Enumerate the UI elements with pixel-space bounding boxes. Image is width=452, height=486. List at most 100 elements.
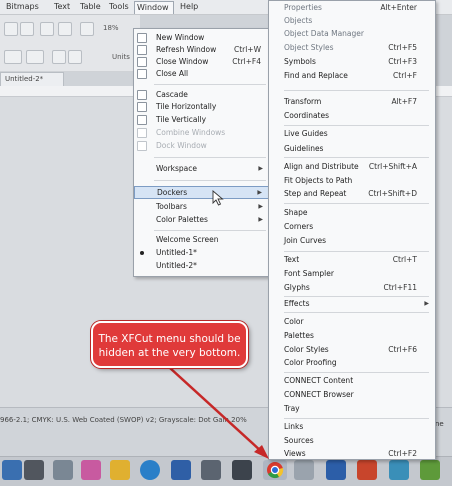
menu-item-untitled-2[interactable]: Untitled-2* <box>134 260 269 272</box>
docker-item-text[interactable]: Text Ctrl+T <box>269 254 435 266</box>
terminal-icon[interactable] <box>232 460 252 480</box>
docker-item-step-and-repeat[interactable]: Step and Repeat Ctrl+Shift+D <box>269 188 435 200</box>
store-icon[interactable] <box>171 460 191 480</box>
docker-item-label: Color Styles <box>284 345 329 354</box>
docker-item-effects[interactable]: Effects ▶ <box>269 298 435 310</box>
docker-item-connect-browser[interactable]: CONNECT Browser <box>269 389 435 401</box>
file-explorer-icon[interactable] <box>110 460 130 480</box>
docker-item-label: Align and Distribute <box>284 162 359 171</box>
docker-item-sources[interactable]: Sources <box>269 435 435 447</box>
menu-bitmaps[interactable]: Bitmaps <box>4 1 41 13</box>
docker-item-label: Coordinates <box>284 111 330 120</box>
docker-item-coordinates[interactable]: Coordinates <box>269 110 435 122</box>
undo-icon[interactable] <box>4 22 18 36</box>
docker-item-object-data-manager[interactable]: Object Data Manager <box>269 28 435 40</box>
annotation-callout: The XFCut menu should be hidden at the v… <box>91 321 248 368</box>
combine-windows-icon <box>137 128 147 138</box>
docker-item-shape[interactable]: Shape <box>269 207 435 219</box>
menu-item-close-all[interactable]: Close All <box>134 68 269 80</box>
docker-item-shortcut: Alt+F7 <box>391 97 417 106</box>
docker-item-guidelines[interactable]: Guidelines <box>269 143 435 155</box>
menu-item-new-window[interactable]: New Window <box>134 32 269 44</box>
docker-item-color-proofing[interactable]: Color Proofing <box>269 357 435 369</box>
docker-item-shortcut: Ctrl+Shift+D <box>368 189 417 198</box>
docker-item-corners[interactable]: Corners <box>269 221 435 233</box>
docker-item-find-and-replace[interactable]: Find and Replace Ctrl+F <box>269 70 435 82</box>
docker-item-align-and-distribute[interactable]: Align and Distribute Ctrl+Shift+A <box>269 161 435 173</box>
docker-item-join-curves[interactable]: Join Curves <box>269 235 435 247</box>
menu-item-workspace[interactable]: Workspace ▶ <box>134 163 269 175</box>
docker-item-links[interactable]: Links <box>269 421 435 433</box>
menu-item-tile-horizontally[interactable]: Tile Horizontally <box>134 101 269 113</box>
docker-item-object-styles[interactable]: Object Styles Ctrl+F5 <box>269 42 435 54</box>
edge-icon[interactable] <box>140 460 160 480</box>
docker-item-shortcut: Ctrl+F11 <box>383 283 418 292</box>
docker-item-label: Object Styles <box>284 43 334 52</box>
app-icon-2[interactable] <box>326 460 346 480</box>
menu-window[interactable]: Window <box>134 1 174 14</box>
chrome-icon <box>267 462 284 479</box>
redo-icon[interactable] <box>20 22 34 36</box>
docker-item-properties[interactable]: Properties Alt+Enter <box>269 2 435 14</box>
docker-item-label: Symbols <box>284 57 316 66</box>
refresh-icon <box>137 45 147 55</box>
document-tab[interactable]: Untitled-2* <box>0 72 64 86</box>
docker-item-transform[interactable]: Transform Alt+F7 <box>269 96 435 108</box>
app-icon[interactable] <box>53 460 73 480</box>
menu-item-toolbars[interactable]: Toolbars ▶ <box>134 201 269 213</box>
docker-item-label: Views <box>284 450 306 458</box>
docker-item-live-guides[interactable]: Live Guides <box>269 128 435 140</box>
menu-item-untitled-1[interactable]: Untitled-1* <box>134 247 269 259</box>
menu-help[interactable]: Help <box>178 1 200 13</box>
docker-item-glyphs[interactable]: Glyphs Ctrl+F11 <box>269 282 435 294</box>
docker-item-color[interactable]: Color <box>269 316 435 328</box>
current-page-icon[interactable] <box>68 50 82 64</box>
menu-item-dockers[interactable]: Dockers ▶ <box>134 186 269 199</box>
docker-item-label: Join Curves <box>284 236 327 245</box>
calculator-icon[interactable] <box>201 460 221 480</box>
menu-item-color-palettes[interactable]: Color Palettes ▶ <box>134 214 269 226</box>
docker-item-fit-objects-to-path[interactable]: Fit Objects to Path <box>269 175 435 187</box>
menu-separator <box>154 180 266 181</box>
import-icon[interactable] <box>40 22 54 36</box>
page-landscape-icon[interactable] <box>26 50 44 64</box>
docker-item-label: Guidelines <box>284 144 324 153</box>
page-portrait-icon[interactable] <box>4 50 22 64</box>
menu-item-close-window[interactable]: Close Window Ctrl+F4 <box>134 56 269 68</box>
docker-item-connect-content[interactable]: CONNECT Content <box>269 375 435 387</box>
menu-item-combine-windows: Combine Windows <box>134 127 269 139</box>
docker-item-shortcut: Ctrl+T <box>392 255 417 264</box>
task-view-icon[interactable] <box>24 460 44 480</box>
submenu-arrow-icon: ▶ <box>258 203 263 210</box>
docker-item-shortcut: Ctrl+F5 <box>388 43 417 52</box>
docker-item-shortcut: Ctrl+F <box>393 71 417 80</box>
start-icon[interactable] <box>2 460 22 480</box>
docker-item-font-sampler[interactable]: Font Sampler <box>269 268 435 280</box>
chrome-icon-highlight[interactable] <box>263 460 287 480</box>
menu-table[interactable]: Table <box>78 1 103 13</box>
menu-item-cascade[interactable]: Cascade <box>134 89 269 101</box>
menu-separator <box>284 157 429 158</box>
menu-tools[interactable]: Tools <box>107 1 131 13</box>
app-icon-3[interactable] <box>357 460 377 480</box>
publish-pdf-icon[interactable] <box>80 22 94 36</box>
menu-item-welcome-screen[interactable]: Welcome Screen <box>134 234 269 246</box>
menu-separator <box>284 203 429 204</box>
all-pages-icon[interactable] <box>52 50 66 64</box>
zoom-level[interactable]: 18% <box>103 24 119 32</box>
export-icon[interactable] <box>58 22 72 36</box>
app-icon-5[interactable] <box>420 460 440 480</box>
menu-item-refresh-window[interactable]: Refresh Window Ctrl+W <box>134 44 269 56</box>
menu-item-tile-vertically[interactable]: Tile Vertically <box>134 114 269 126</box>
docker-item-objects[interactable]: Objects <box>269 15 435 27</box>
docker-item-tray[interactable]: Tray <box>269 403 435 415</box>
coreldraw-icon[interactable] <box>294 460 314 480</box>
menu-item-label: Dock Window <box>156 141 207 150</box>
menu-text[interactable]: Text <box>52 1 72 13</box>
app-icon-4[interactable] <box>389 460 409 480</box>
docker-item-symbols[interactable]: Symbols Ctrl+F3 <box>269 56 435 68</box>
docker-item-views[interactable]: Views Ctrl+F2 <box>269 450 435 459</box>
docker-item-palettes[interactable]: Palettes <box>269 330 435 342</box>
photos-icon[interactable] <box>81 460 101 480</box>
docker-item-color-styles[interactable]: Color Styles Ctrl+F6 <box>269 344 435 356</box>
